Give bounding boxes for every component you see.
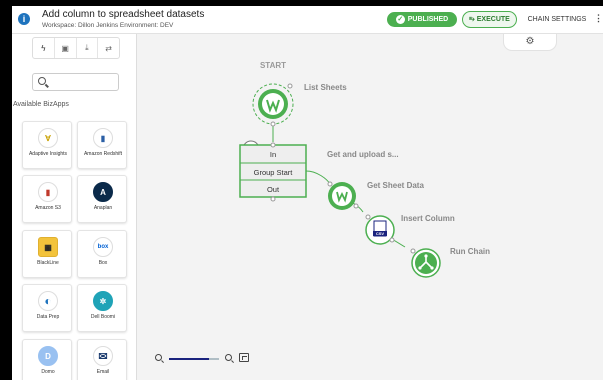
search-box xyxy=(32,73,119,91)
bizapp-card-adaptive-insights[interactable]: ∀ Adaptive Insights xyxy=(22,121,72,169)
dell-boomi-logo: ✲ xyxy=(93,291,113,311)
data-prep-logo: ◐ xyxy=(38,291,58,311)
sidebar: ϟ ▣ ⤓ ⇄ Available BizApps ∀ Adaptive Ins… xyxy=(12,34,137,380)
bizapp-label: Amazon Redshift xyxy=(83,151,123,157)
zoom-in-icon[interactable] xyxy=(225,354,232,361)
search-icon xyxy=(38,77,46,85)
email-logo: ✉ xyxy=(93,346,113,366)
connector-port[interactable] xyxy=(270,142,276,148)
workspace-info: Workspace: Dillon Jenkins Environment: D… xyxy=(42,22,174,29)
domo-logo: D xyxy=(38,346,58,366)
execute-button[interactable]: ⥱ EXECUTE xyxy=(462,11,517,28)
anaplan-logo: A xyxy=(93,182,113,202)
info-icon[interactable]: i xyxy=(18,13,30,25)
more-options-icon[interactable]: ⋮ xyxy=(594,13,603,24)
adaptive-insights-logo: ∀ xyxy=(38,128,58,148)
bizapp-label: Domo xyxy=(41,369,55,375)
chain-settings-button[interactable]: CHAIN SETTINGS xyxy=(522,12,592,27)
published-button[interactable]: ✓ PUBLISHED xyxy=(387,12,457,27)
group-caption: Get and upload s... xyxy=(327,150,399,159)
connector-line xyxy=(305,170,331,185)
bizapp-label: Adaptive Insights xyxy=(28,151,68,157)
app-frame: i Add column to spreadsheet datasets Wor… xyxy=(12,6,603,380)
chain-split-icon-dot xyxy=(430,266,434,270)
bizapp-card-blackline[interactable]: ▦ BlackLine xyxy=(22,230,72,278)
chain-title: Add column to spreadsheet datasets xyxy=(42,9,205,20)
download-icon[interactable]: ⤓ xyxy=(77,38,99,58)
execute-label: EXECUTE xyxy=(476,16,510,23)
bizapp-card-amazon-s3[interactable]: ▮ Amazon S3 xyxy=(22,175,72,223)
bizapp-label: Dell Boomi xyxy=(90,314,116,320)
bizapp-card-anaplan[interactable]: A Anaplan xyxy=(77,175,127,223)
csv-label: CSV xyxy=(376,231,385,236)
top-bar: i Add column to spreadsheet datasets Wor… xyxy=(12,6,603,34)
sidebar-tabs: ϟ ▣ ⤓ ⇄ xyxy=(32,37,120,59)
search-input[interactable] xyxy=(49,75,117,89)
zoom-slider-fill xyxy=(169,358,209,360)
group-start-label: Group Start xyxy=(254,168,294,177)
bizapp-label: Email xyxy=(96,369,110,375)
bizapp-label: Box xyxy=(98,260,108,266)
group-in-label: In xyxy=(270,150,276,159)
zoom-controls xyxy=(155,352,265,366)
loop-icon[interactable]: ⇄ xyxy=(98,38,119,58)
bizapp-label: Amazon S3 xyxy=(35,205,61,211)
chain-split-icon-dot xyxy=(424,254,428,258)
calendar-icon[interactable]: ▣ xyxy=(55,38,77,58)
workflow-canvas[interactable]: START List Sheets In Group Start Out Get… xyxy=(137,34,603,380)
chain-split-icon-dot xyxy=(418,266,422,270)
start-label: START xyxy=(260,61,286,70)
bizapp-label: Anaplan xyxy=(93,205,113,211)
connector-port[interactable] xyxy=(410,248,416,254)
connector-port[interactable] xyxy=(327,181,333,187)
list-sheets-label: List Sheets xyxy=(304,83,347,92)
amazon-redshift-logo: ▮ xyxy=(93,128,113,148)
bizapp-card-amazon-redshift[interactable]: ▮ Amazon Redshift xyxy=(77,121,127,169)
get-sheet-data-label: Get Sheet Data xyxy=(367,181,424,190)
available-bizapps-heading: Available BizApps xyxy=(13,101,69,108)
fit-to-screen-icon[interactable] xyxy=(239,353,249,362)
bizapp-label: Data Prep xyxy=(36,314,60,320)
connector-port[interactable] xyxy=(353,203,359,209)
bizapp-card-email[interactable]: ✉ Email xyxy=(77,339,127,380)
execute-icon: ⥱ xyxy=(469,15,475,23)
zoom-slider[interactable] xyxy=(169,358,219,360)
group-out-label: Out xyxy=(267,185,280,194)
bizapp-card-domo[interactable]: D Domo xyxy=(22,339,72,380)
bizapp-card-data-prep[interactable]: ◐ Data Prep xyxy=(22,284,72,332)
connector-port[interactable] xyxy=(270,121,276,127)
insert-column-label: Insert Column xyxy=(401,214,455,223)
bizapp-card-box[interactable]: box Box xyxy=(77,230,127,278)
blackline-logo: ▦ xyxy=(38,237,58,257)
bizapp-label: BlackLine xyxy=(37,260,59,266)
connector-port[interactable] xyxy=(389,237,395,243)
amazon-s3-logo: ▮ xyxy=(38,182,58,202)
lightning-icon[interactable]: ϟ xyxy=(33,38,55,58)
connector-port[interactable] xyxy=(270,196,276,202)
zoom-out-icon[interactable] xyxy=(155,354,162,361)
connector-port[interactable] xyxy=(365,214,371,220)
bizapp-card-dell-boomi[interactable]: ✲ Dell Boomi xyxy=(77,284,127,332)
connector-port[interactable] xyxy=(287,83,293,89)
run-chain-label: Run Chain xyxy=(450,247,490,256)
box-logo: box xyxy=(93,237,113,257)
check-icon: ✓ xyxy=(395,15,405,24)
published-label: PUBLISHED xyxy=(407,16,449,23)
